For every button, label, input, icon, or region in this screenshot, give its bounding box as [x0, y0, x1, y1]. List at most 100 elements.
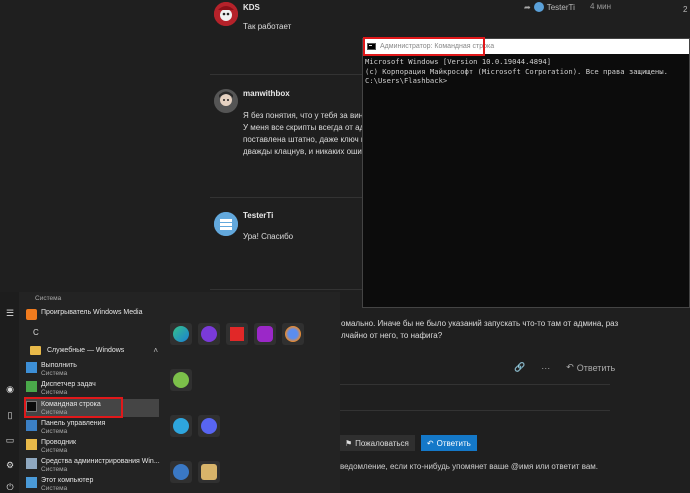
app-icon [173, 372, 189, 388]
app-subtitle: Система [41, 389, 68, 396]
post-author[interactable]: TesterTi [243, 211, 273, 220]
app-task-manager[interactable]: Диспетчер задач Система [26, 380, 96, 397]
post-text: Ура! Спасибо [243, 232, 294, 241]
media-player-icon [26, 309, 37, 320]
app-subtitle: Система [41, 485, 68, 492]
post-text-line: У меня все скрипты всегда от адми [243, 123, 375, 132]
post-time[interactable]: 4 мин [590, 2, 611, 11]
tile-edge[interactable] [170, 323, 192, 345]
annotation-highlight [363, 37, 485, 56]
post-text-line: дважды клацнув, и никаких ошибок [243, 147, 375, 156]
telegram-icon [173, 418, 189, 434]
post-text-line: лчайно от него, то нафига? [341, 331, 443, 340]
flag-icon: ⚑ [345, 438, 353, 448]
app-name: Проводник [41, 439, 77, 446]
post-text: Так работает [243, 22, 292, 31]
topic-footer-buttons: ⚑ Пожаловаться ↶ Ответить [339, 435, 477, 451]
cmd-output[interactable]: Microsoft Windows [Version 10.0.19044.48… [363, 54, 689, 89]
tile-discord[interactable] [198, 415, 220, 437]
app-control-panel[interactable]: Панель управления Система [26, 419, 105, 436]
post-author[interactable]: manwithbox [243, 89, 290, 98]
flipboard-icon [230, 327, 244, 341]
reply-label: Ответить [576, 362, 616, 373]
annotation-highlight [24, 397, 123, 418]
start-menu: ☰ ◉ ▯ ▭ ⚙ ⏻ Система Проигрыватель Window… [0, 292, 340, 493]
app-name: Этот компьютер [41, 477, 94, 484]
avatar-testerti[interactable] [214, 212, 238, 236]
user-icon[interactable]: ◉ [5, 384, 15, 394]
flag-button[interactable]: ⚑ Пожаловаться [339, 435, 415, 451]
link-icon[interactable]: 🔗 [514, 362, 525, 373]
notification-notice: ведомление, если кто-нибудь упомянет ваш… [340, 462, 599, 471]
group-windows-system[interactable]: Служебные — Windows ˄ [30, 346, 158, 355]
cmd-line: Microsoft Windows [Version 10.0.19044.48… [365, 57, 552, 66]
admin-tools-icon [26, 458, 37, 469]
more-icon[interactable]: ··· [541, 363, 550, 373]
letter-header[interactable]: С [33, 328, 39, 337]
discord-icon [201, 418, 217, 434]
group-name: Служебные — Windows [47, 347, 125, 354]
start-rail: ☰ ◉ ▯ ▭ ⚙ ⏻ [0, 292, 19, 493]
cmd-window[interactable]: Администратор: Командная строка Microsof… [362, 37, 690, 308]
pictures-icon[interactable]: ▭ [5, 435, 15, 445]
tile-flipboard[interactable] [226, 323, 248, 345]
firefox-icon [285, 326, 301, 342]
task-manager-icon [26, 381, 37, 392]
reply-button[interactable]: ↶ Ответить [420, 435, 477, 451]
reply-arrow-icon: ➦ [524, 2, 531, 12]
tile-telegram[interactable] [170, 415, 192, 437]
reply-to-link[interactable]: ➦ TesterTi [524, 2, 575, 12]
app-subtitle: Система [41, 466, 68, 473]
app-windows-media-player[interactable]: Проигрыватель Windows Media [26, 308, 142, 320]
tile-game[interactable] [254, 323, 276, 345]
reply-arrow-icon: ↶ [426, 438, 434, 448]
edge-icon [173, 326, 189, 342]
edge-number: 2 [683, 5, 688, 14]
folder-icon [26, 439, 37, 450]
tile-greenapp[interactable] [170, 369, 192, 391]
run-icon [26, 362, 37, 373]
settings-icon[interactable]: ⚙ [5, 460, 15, 470]
folder-icon [30, 346, 41, 355]
control-panel-icon [26, 420, 37, 431]
chevron-up-icon: ˄ [153, 346, 158, 355]
app-subtitle: Система [41, 428, 68, 435]
app-run[interactable]: Выполнить Система [26, 361, 77, 378]
app-subtitle: Система [35, 295, 62, 302]
post-author[interactable]: KDS [243, 3, 260, 12]
post-reply-button[interactable]: ↶ Ответить [566, 362, 615, 373]
post-actions: 🔗 ··· ↶ Ответить [514, 362, 615, 373]
computer-icon [26, 477, 37, 488]
tile-qbittorrent[interactable] [170, 461, 192, 483]
avatar-kds[interactable] [214, 2, 238, 26]
post-text-line: Я без понятия, что у тебя за винда [243, 111, 373, 120]
app-name: Диспетчер задач [41, 381, 96, 388]
flag-label: Пожаловаться [355, 438, 409, 448]
app-name: Проигрыватель Windows Media [41, 309, 143, 316]
app-subtitle: Система [41, 370, 68, 377]
avatar-manwithbox[interactable] [214, 89, 238, 113]
tile-podcast[interactable] [198, 323, 220, 345]
reply-to-name: TesterTi [546, 2, 575, 12]
avatar-small [533, 2, 544, 12]
app-name: Панель управления [41, 420, 106, 427]
qbittorrent-icon [173, 464, 189, 480]
app-this-pc[interactable]: Этот компьютер Система [26, 476, 93, 493]
power-icon[interactable]: ⏻ [5, 482, 15, 492]
hamburger-icon[interactable]: ☰ [5, 308, 15, 318]
reply-arrow-icon: ↶ [566, 362, 574, 372]
game-icon [257, 326, 273, 342]
podcast-icon [201, 326, 217, 342]
document-icon[interactable]: ▯ [5, 410, 15, 420]
app-explorer[interactable]: Проводник Система [26, 438, 76, 455]
reply-label: Ответить [436, 438, 471, 448]
cmd-line: (c) Корпорация Майкрософт (Microsoft Cor… [365, 66, 668, 76]
app-name: Выполнить [41, 362, 77, 369]
app-subtitle: Система [41, 447, 68, 454]
cmd-prompt: C:\Users\Flashback> [365, 76, 448, 85]
app-name: Средства администрирования Win... [41, 458, 160, 465]
app-admin-tools[interactable]: Средства администрирования Win... Система [26, 457, 160, 474]
tile-app[interactable] [198, 461, 220, 483]
post-text-line: омально. Иначе бы не было указаний запус… [341, 319, 619, 328]
tile-firefox[interactable] [282, 323, 304, 345]
